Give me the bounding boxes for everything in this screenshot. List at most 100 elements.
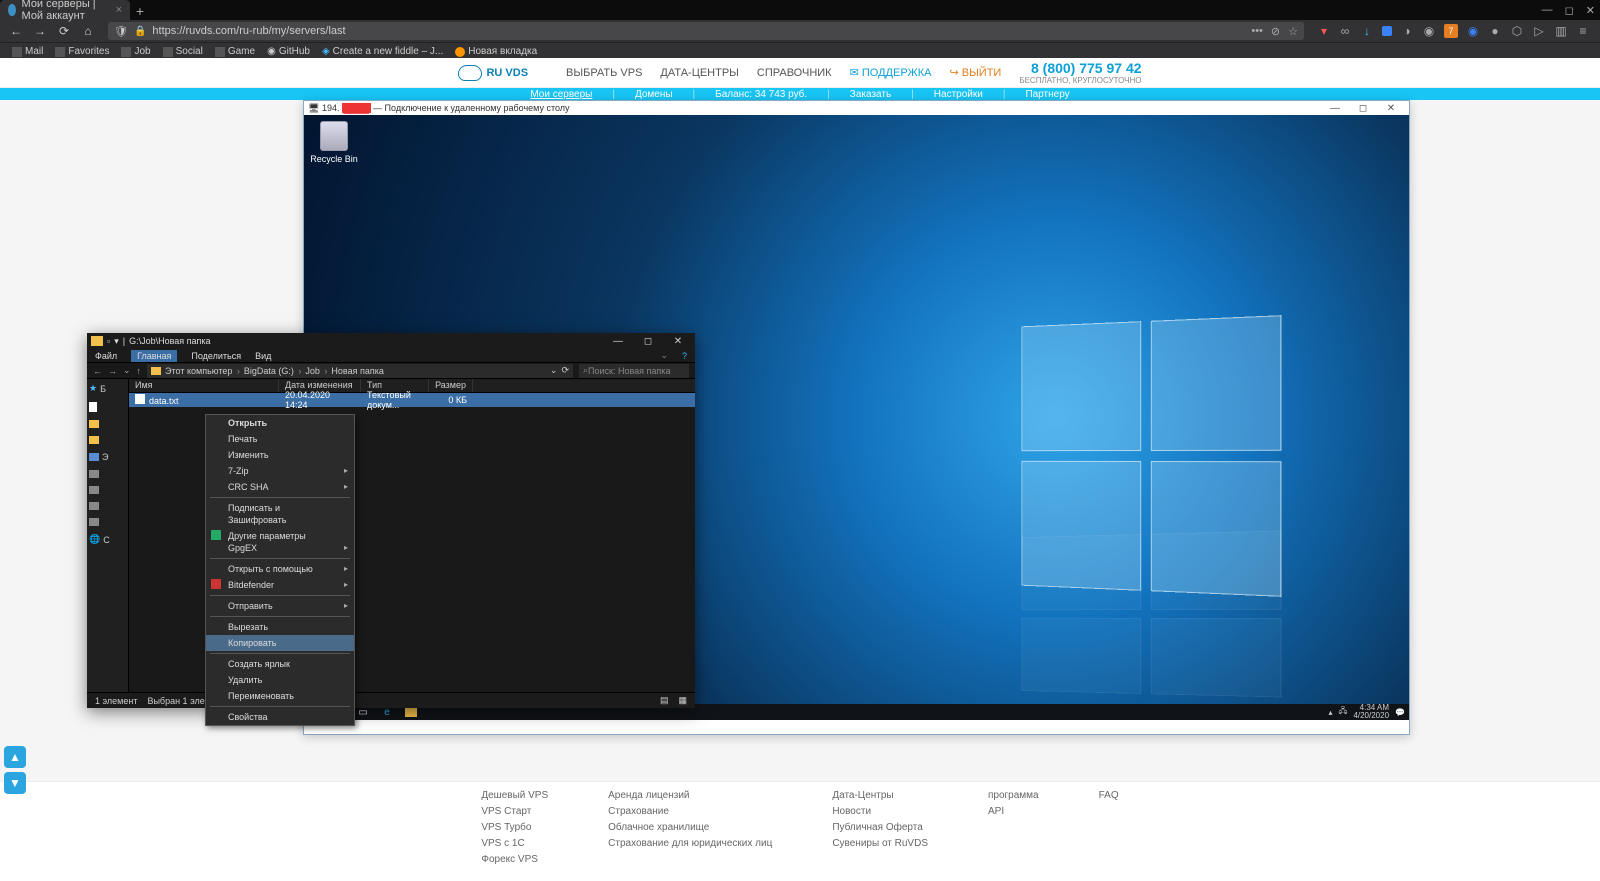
menu-file[interactable]: Файл xyxy=(95,351,117,361)
ctx-shortcut[interactable]: Создать ярлык xyxy=(206,656,354,672)
ctx-cut[interactable]: Вырезать xyxy=(206,619,354,635)
col-size[interactable]: Размер xyxy=(429,379,473,392)
ctx-7zip[interactable]: 7-Zip xyxy=(206,463,354,479)
home-button[interactable]: ⌂ xyxy=(78,21,98,41)
explorer-close[interactable]: ✕ xyxy=(665,336,691,347)
crumb-drive[interactable]: BigData (G:) xyxy=(244,366,302,376)
forward-button[interactable]: → xyxy=(30,21,50,41)
explorer-maximize[interactable]: ◻ xyxy=(635,336,661,347)
scroll-down-button[interactable]: ▼ xyxy=(4,772,26,794)
bookmark-fiddle[interactable]: ◈Create a new fiddle – J... xyxy=(318,46,447,57)
subnav-balance[interactable]: Баланс: 34 743 руб. xyxy=(715,89,807,100)
ribbon-expand-icon[interactable]: ⌄ xyxy=(660,350,668,361)
pocket-icon[interactable]: ▾ xyxy=(1314,21,1334,41)
nav-reference[interactable]: СПРАВОЧНИК xyxy=(757,67,832,79)
qat-icon-2[interactable]: ▾ xyxy=(114,336,119,347)
menu-view[interactable]: Вид xyxy=(255,351,271,361)
rdp-minimize[interactable]: — xyxy=(1321,103,1349,114)
tab-close-icon[interactable]: × xyxy=(116,4,122,16)
rdp-close[interactable]: ✕ xyxy=(1377,103,1405,114)
ctx-print[interactable]: Печать xyxy=(206,431,354,447)
footer-link[interactable]: FAQ xyxy=(1099,790,1119,801)
sidebar-drive[interactable] xyxy=(89,486,126,494)
footer-link[interactable]: Облачное хранилище xyxy=(608,822,772,833)
col-name[interactable]: Имя xyxy=(129,379,279,392)
tray-net-icon[interactable]: 🖧 xyxy=(1339,705,1348,719)
footer-link[interactable]: Аренда лицензий xyxy=(608,790,772,801)
ctx-copy[interactable]: Копировать xyxy=(206,635,354,651)
subnav-settings[interactable]: Настройки xyxy=(934,89,983,100)
subnav-order[interactable]: Заказать xyxy=(850,89,891,100)
rdp-titlebar[interactable]: 🖥 194. ████ — Подключение к удаленному р… xyxy=(304,101,1409,115)
refresh-icon[interactable]: ⟳ xyxy=(561,365,569,376)
ctx-edit[interactable]: Изменить xyxy=(206,447,354,463)
subnav-servers[interactable]: Мои серверы xyxy=(530,89,592,100)
sidebar-network[interactable]: 🌐С xyxy=(89,534,126,545)
sidebar-item[interactable] xyxy=(89,402,126,412)
subnav-domains[interactable]: Домены xyxy=(635,89,673,100)
ctx-open[interactable]: Открыть xyxy=(206,415,354,431)
menu-icon[interactable]: ≡ xyxy=(1576,24,1590,38)
reload-button[interactable]: ⟳ xyxy=(54,21,74,41)
recycle-bin-icon[interactable]: Recycle Bin xyxy=(310,121,358,164)
this-pc[interactable]: Э xyxy=(89,452,126,462)
maximize-button[interactable]: ◻ xyxy=(1565,4,1574,17)
ctx-sign[interactable]: Подписать и Зашифровать xyxy=(206,500,354,528)
bookmark-favorites[interactable]: Favorites xyxy=(51,46,113,57)
nav-datacenters[interactable]: ДАТА-ЦЕНТРЫ xyxy=(660,67,739,79)
reader-icon[interactable]: ⊘ xyxy=(1271,25,1280,38)
ctx-gpg[interactable]: Другие параметры GpgEX xyxy=(206,528,354,556)
ctx-crc[interactable]: CRC SHA xyxy=(206,479,354,495)
bookmark-star-icon[interactable]: ☆ xyxy=(1288,25,1298,38)
footer-link[interactable]: VPS Турбо xyxy=(481,822,548,833)
footer-link[interactable]: VPS с 1С xyxy=(481,838,548,849)
page-actions-icon[interactable]: ••• xyxy=(1251,25,1263,37)
crumb-job[interactable]: Job xyxy=(305,366,327,376)
bookmark-mail[interactable]: Mail xyxy=(8,46,47,57)
file-row-selected[interactable]: data.txt 20.04.2020 14:24 Текстовый доку… xyxy=(129,393,695,407)
new-tab-button[interactable]: + xyxy=(130,2,150,20)
search-input[interactable]: ⌕ Поиск: Новая папка xyxy=(579,364,689,378)
footer-link[interactable]: API xyxy=(988,806,1039,817)
ext-icon-5[interactable]: 7 xyxy=(1444,24,1458,38)
browser-tab-active[interactable]: Мои серверы | Мой аккаунт × xyxy=(0,0,130,20)
minimize-button[interactable]: — xyxy=(1542,4,1553,16)
back-button[interactable]: ← xyxy=(6,21,26,41)
subnav-partner[interactable]: Партнеру xyxy=(1025,89,1069,100)
bookmark-newtab[interactable]: Новая вкладка xyxy=(451,46,541,57)
footer-link[interactable]: Дата-Центры xyxy=(832,790,928,801)
sidebar-item[interactable] xyxy=(89,436,126,444)
ext-icon-7[interactable]: ● xyxy=(1488,24,1502,38)
ext-icon-9[interactable]: ▷ xyxy=(1532,24,1546,38)
sidebar-item[interactable] xyxy=(89,420,126,428)
logo[interactable]: RU VDS xyxy=(458,65,528,81)
rdp-maximize[interactable]: ◻ xyxy=(1349,103,1377,114)
nav-logout[interactable]: ↪ ВЫЙТИ xyxy=(949,66,1001,79)
library-icon[interactable]: ▥ xyxy=(1554,24,1568,38)
footer-link[interactable]: Страхование xyxy=(608,806,772,817)
view-large-icon[interactable]: ▦ xyxy=(678,695,687,706)
ctx-send[interactable]: Отправить xyxy=(206,598,354,614)
menu-home[interactable]: Главная xyxy=(131,350,177,362)
crumb-current[interactable]: Новая папка xyxy=(331,366,383,376)
view-details-icon[interactable]: ▤ xyxy=(660,695,669,706)
ext-icon-6[interactable]: ◉ xyxy=(1466,24,1480,38)
nav-forward[interactable]: → xyxy=(108,366,117,376)
sidebar-drive[interactable] xyxy=(89,518,126,526)
scroll-up-button[interactable]: ▲ xyxy=(4,746,26,768)
nav-vps[interactable]: ВЫБРАТЬ VPS xyxy=(566,67,642,79)
bookmark-job[interactable]: Job xyxy=(117,46,154,57)
ext-icon-8[interactable]: ⬡ xyxy=(1510,24,1524,38)
ext-icon-2[interactable] xyxy=(1382,26,1392,36)
close-button[interactable]: ✕ xyxy=(1586,4,1595,17)
nav-support[interactable]: ✉ ПОДДЕРЖКА xyxy=(850,66,932,79)
ext-icon-4[interactable]: ◉ xyxy=(1422,24,1436,38)
sidebar-drive[interactable] xyxy=(89,470,126,478)
footer-link[interactable]: VPS Старт xyxy=(481,806,548,817)
footer-link[interactable]: Публичная Оферта xyxy=(832,822,928,833)
qat-icon-1[interactable]: ▫ xyxy=(107,336,110,346)
bookmark-game[interactable]: Game xyxy=(211,46,259,57)
nav-history[interactable]: ⌄ xyxy=(123,365,131,376)
footer-link[interactable]: Сувениры от RuVDS xyxy=(832,838,928,849)
footer-link[interactable]: Дешевый VPS xyxy=(481,790,548,801)
